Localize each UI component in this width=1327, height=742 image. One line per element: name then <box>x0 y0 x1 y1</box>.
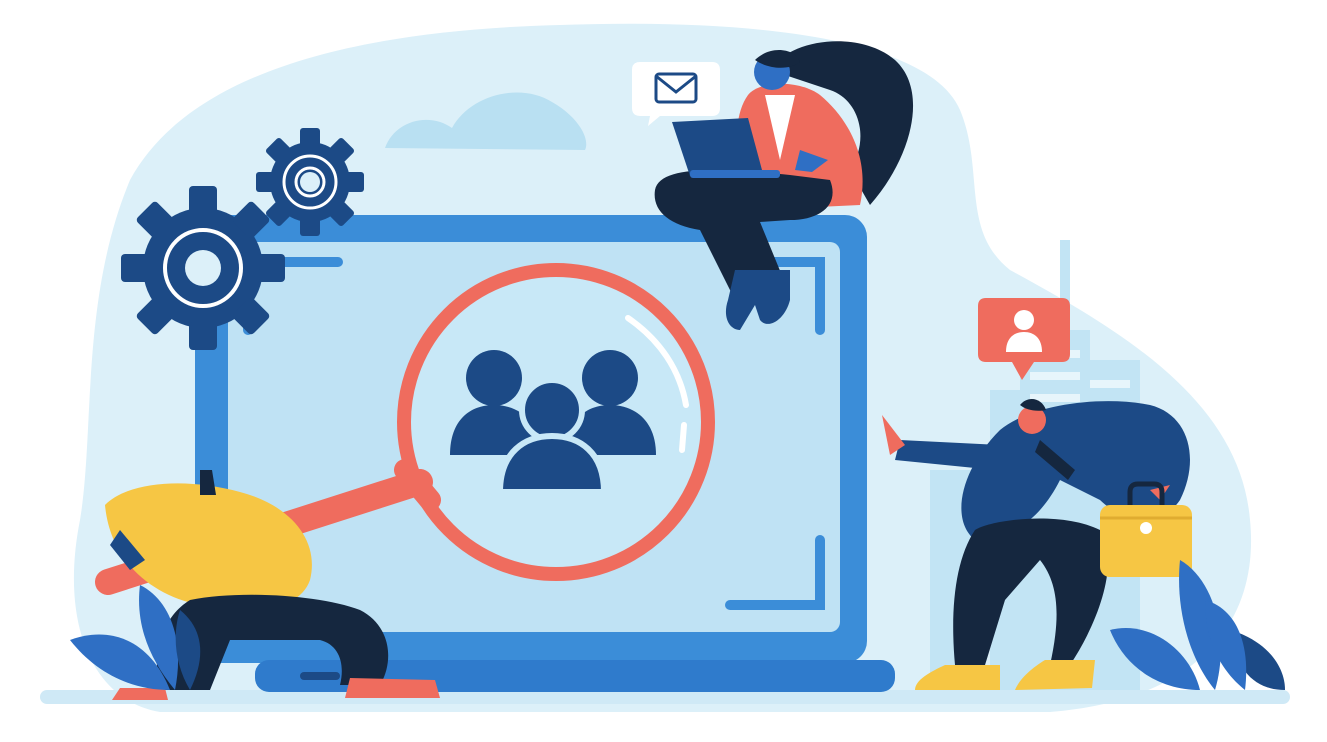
illustration-canvas <box>40 23 1290 712</box>
monitor-base-slot <box>300 672 340 680</box>
gear-icon-small <box>256 128 364 236</box>
ground-strip <box>40 690 1290 704</box>
gear-icon-large <box>121 186 285 350</box>
